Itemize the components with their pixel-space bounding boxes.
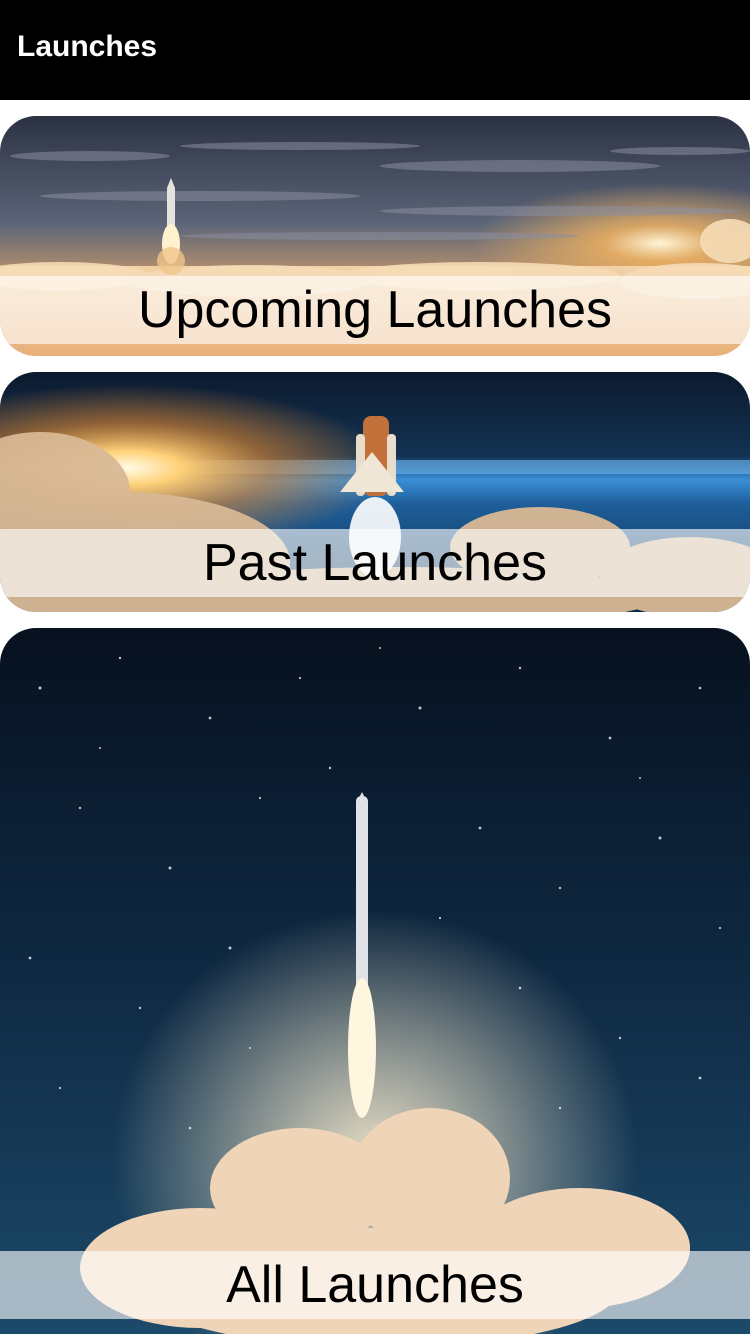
navigation-bar: Launches xyxy=(0,0,750,100)
upcoming-launches-caption: Upcoming Launches xyxy=(0,276,750,344)
all-launches-label: All Launches xyxy=(226,1256,524,1314)
past-launches-card[interactable]: Past Launches xyxy=(0,372,750,612)
nav-title: Launches xyxy=(17,30,158,63)
all-launches-caption: All Launches xyxy=(0,1251,750,1319)
all-launches-image xyxy=(0,628,750,1334)
past-launches-caption: Past Launches xyxy=(0,529,750,597)
upcoming-launches-label: Upcoming Launches xyxy=(137,281,613,339)
past-launches-label: Past Launches xyxy=(202,534,548,592)
all-launches-card[interactable]: All Launches xyxy=(0,628,750,1334)
upcoming-launches-card[interactable]: Upcoming Launches xyxy=(0,116,750,356)
